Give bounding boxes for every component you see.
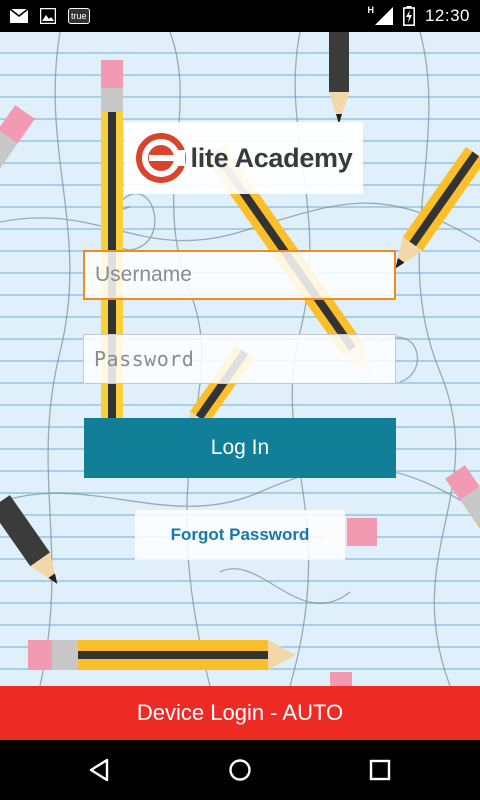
- network-type: H: [367, 5, 374, 15]
- login-button[interactable]: Log In: [84, 418, 396, 478]
- debug-badge: true: [68, 8, 90, 24]
- password-input[interactable]: [83, 334, 396, 384]
- back-icon[interactable]: [84, 755, 114, 785]
- navigation-bar: [0, 740, 480, 800]
- mail-icon: [10, 9, 28, 23]
- forgot-password-link[interactable]: Forgot Password: [135, 510, 345, 560]
- username-input[interactable]: [83, 250, 396, 300]
- device-login-button[interactable]: Device Login - AUTO: [0, 686, 480, 740]
- signal-icon: [374, 7, 393, 25]
- e-logo-icon: [135, 133, 186, 183]
- status-bar: true H 12:30: [0, 0, 480, 32]
- battery-charging-icon: [402, 6, 415, 26]
- app-logo: lite Academy: [124, 122, 363, 194]
- image-icon: [40, 8, 56, 24]
- logo-text: lite Academy: [190, 142, 353, 173]
- recents-icon[interactable]: [365, 755, 395, 785]
- home-icon[interactable]: [225, 755, 255, 785]
- clock: 12:30: [424, 6, 470, 25]
